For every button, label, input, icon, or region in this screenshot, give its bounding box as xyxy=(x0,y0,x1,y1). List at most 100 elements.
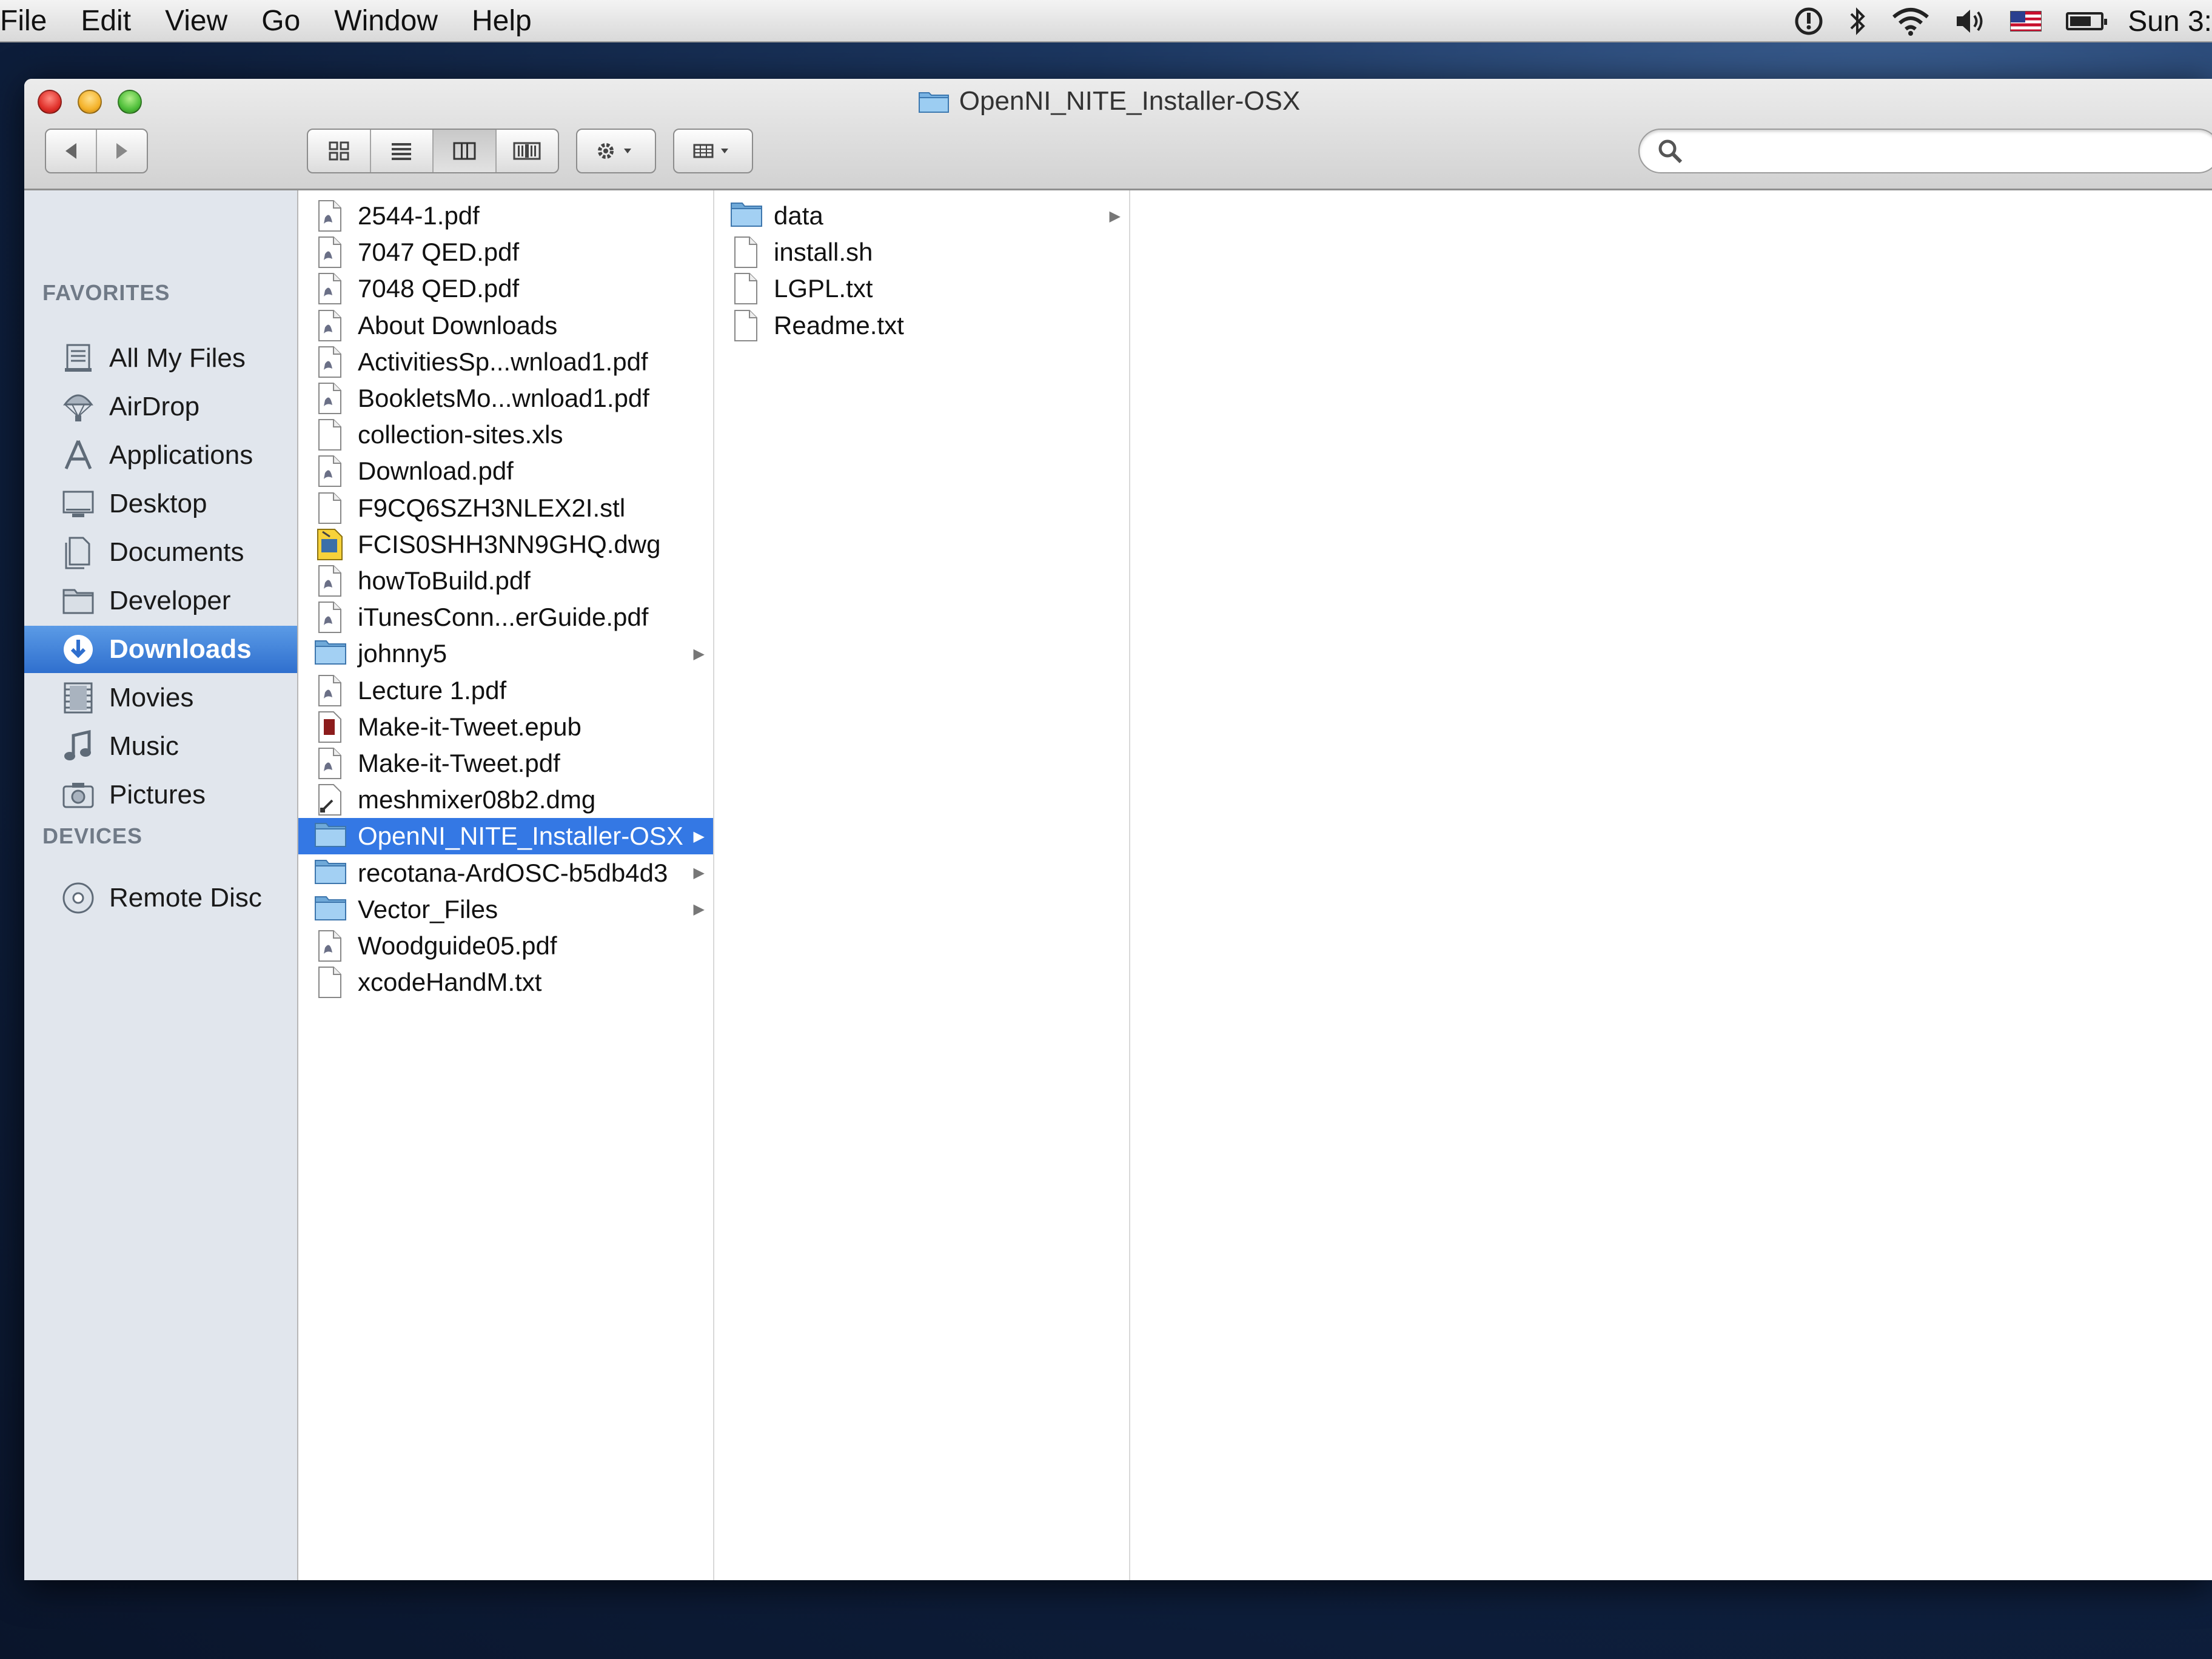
disclosure-arrow-icon: ▶ xyxy=(693,865,705,882)
sidebar-item-airdrop[interactable]: AirDrop xyxy=(24,383,297,431)
sidebar-item-label: Desktop xyxy=(109,489,207,518)
cover-flow-icon xyxy=(513,142,541,160)
column-downloads[interactable]: 2544-1.pdf 7047 QED.pdf 7048 QED.pdf About … xyxy=(298,190,714,1580)
pdf-file-icon xyxy=(314,747,344,780)
window-title-text: OpenNI_NITE_Installer-OSX xyxy=(959,86,1301,116)
forward-button[interactable] xyxy=(97,130,147,172)
search-field[interactable] xyxy=(1638,129,2212,173)
desktop-icon xyxy=(59,485,97,523)
folder-row[interactable]: johnny5 ▶ xyxy=(298,635,713,672)
file-row[interactable]: FCIS0SHH3NN9GHQ.dwg xyxy=(298,526,713,563)
file-row[interactable]: BookletsMo...wnload1.pdf xyxy=(298,380,713,417)
sidebar-item-music[interactable]: Music xyxy=(24,723,297,770)
sidebar-item-desktop[interactable]: Desktop xyxy=(24,480,297,528)
sidebar: FAVORITES All My Files AirDrop Application… xyxy=(24,190,298,1580)
file-row[interactable]: iTunesConn...erGuide.pdf xyxy=(298,599,713,635)
search-icon xyxy=(1658,139,1683,164)
disclosure-arrow-icon: ▶ xyxy=(693,901,705,918)
column-openni[interactable]: data ▶ install.sh LGPL.txt Readme.txt xyxy=(714,190,1130,1580)
file-row[interactable]: ActivitiesSp...wnload1.pdf xyxy=(298,344,713,380)
time-machine-icon[interactable] xyxy=(1793,5,1825,37)
menu-go[interactable]: Go xyxy=(244,4,317,38)
documents-icon xyxy=(59,534,97,571)
menu-view[interactable]: View xyxy=(148,4,244,38)
sidebar-item-label: AirDrop xyxy=(109,392,200,421)
folder-row[interactable]: OpenNI_NITE_Installer-OSX ▶ xyxy=(298,818,713,855)
sidebar-item-label: Pictures xyxy=(109,780,206,809)
window-titlebar[interactable]: OpenNI_NITE_Installer-OSX xyxy=(24,79,2212,190)
search-input[interactable] xyxy=(1692,137,2212,165)
file-name: xcodeHandM.txt xyxy=(358,968,542,997)
file-name: Vector_Files xyxy=(358,894,498,923)
us-flag-icon[interactable] xyxy=(2010,11,2042,32)
sidebar-item-pictures[interactable]: Pictures xyxy=(24,771,297,819)
airdrop-icon xyxy=(59,388,97,426)
column-empty[interactable] xyxy=(1130,190,2212,1580)
menu-extras: Sun 3: xyxy=(1793,0,2212,42)
gear-icon xyxy=(598,143,631,159)
file-row[interactable]: Woodguide05.pdf xyxy=(298,928,713,964)
icon-view-icon xyxy=(329,141,349,161)
file-row[interactable]: xcodeHandM.txt xyxy=(298,964,713,1000)
icon-view-button[interactable] xyxy=(308,130,371,172)
file-row[interactable]: Make-it-Tweet.pdf xyxy=(298,745,713,782)
file-row[interactable]: LGPL.txt xyxy=(714,270,1129,307)
sidebar-item-documents[interactable]: Documents xyxy=(24,529,297,576)
disclosure-arrow-icon: ▶ xyxy=(1109,207,1121,224)
volume-icon[interactable] xyxy=(1954,6,1986,36)
file-row[interactable]: About Downloads xyxy=(298,307,713,344)
dmg-file-icon xyxy=(314,783,344,816)
folder-icon xyxy=(918,92,949,113)
file-row[interactable]: howToBuild.pdf xyxy=(298,563,713,599)
file-name: 7048 QED.pdf xyxy=(358,274,520,303)
menu-window[interactable]: Window xyxy=(317,4,455,38)
sidebar-item-developer[interactable]: Developer xyxy=(24,577,297,625)
sidebar-item-applications[interactable]: Applications xyxy=(24,432,297,479)
pdf-file-icon xyxy=(314,601,344,634)
pdf-file-icon xyxy=(314,930,344,962)
folder-row[interactable]: recotana-ArdOSC-b5db4d3 ▶ xyxy=(298,855,713,891)
sidebar-item-label: All My Files xyxy=(109,343,246,373)
bluetooth-icon[interactable] xyxy=(1849,5,1867,37)
file-row[interactable]: 7048 QED.pdf xyxy=(298,270,713,307)
menu-file[interactable]: File xyxy=(0,4,64,38)
file-name: 2544-1.pdf xyxy=(358,201,480,230)
sidebar-item-downloads[interactable]: Downloads xyxy=(24,626,297,673)
file-row[interactable]: 7047 QED.pdf xyxy=(298,234,713,270)
menu-bar: File Edit View Go Window Help Sun 3: xyxy=(0,0,2212,42)
file-row[interactable]: Make-it-Tweet.epub xyxy=(298,709,713,745)
file-name: Readme.txt xyxy=(774,310,904,340)
column-view-button[interactable] xyxy=(434,130,497,172)
file-row[interactable]: install.sh xyxy=(714,234,1129,270)
file-row[interactable]: F9CQ6SZH3NLEX2I.stl xyxy=(298,490,713,526)
wifi-icon[interactable] xyxy=(1891,6,1930,36)
menu-clock[interactable]: Sun 3: xyxy=(2128,5,2212,38)
arrange-menu-button[interactable] xyxy=(673,129,753,173)
battery-icon[interactable] xyxy=(2066,12,2108,30)
menu-edit[interactable]: Edit xyxy=(64,4,148,38)
file-name: BookletsMo...wnload1.pdf xyxy=(358,384,649,412)
sidebar-item-all-my-files[interactable]: All My Files xyxy=(24,335,297,382)
favorites-header: FAVORITES xyxy=(42,280,170,305)
cover-flow-button[interactable] xyxy=(497,130,558,172)
file-row[interactable]: meshmixer08b2.dmg xyxy=(298,782,713,818)
folder-icon xyxy=(730,199,762,232)
action-menu-content xyxy=(577,130,655,172)
menu-help[interactable]: Help xyxy=(455,4,549,38)
file-row[interactable]: 2544-1.pdf xyxy=(298,198,713,234)
back-button[interactable] xyxy=(46,130,97,172)
pdf-file-icon xyxy=(314,346,344,378)
pdf-file-icon xyxy=(314,272,344,305)
sidebar-item-movies[interactable]: Movies xyxy=(24,674,297,722)
file-row[interactable]: Readme.txt xyxy=(714,307,1129,344)
file-name: data xyxy=(774,201,823,230)
list-view-button[interactable] xyxy=(371,130,434,172)
sidebar-item-remote-disc[interactable]: Remote Disc xyxy=(24,874,297,922)
action-menu-button[interactable] xyxy=(576,129,656,173)
folder-row[interactable]: Vector_Files ▶ xyxy=(298,891,713,928)
file-row[interactable]: collection-sites.xls xyxy=(298,417,713,453)
folder-row[interactable]: data ▶ xyxy=(714,198,1129,234)
file-row[interactable]: Download.pdf xyxy=(298,453,713,489)
pdf-file-icon xyxy=(314,309,344,342)
file-row[interactable]: Lecture 1.pdf xyxy=(298,672,713,709)
